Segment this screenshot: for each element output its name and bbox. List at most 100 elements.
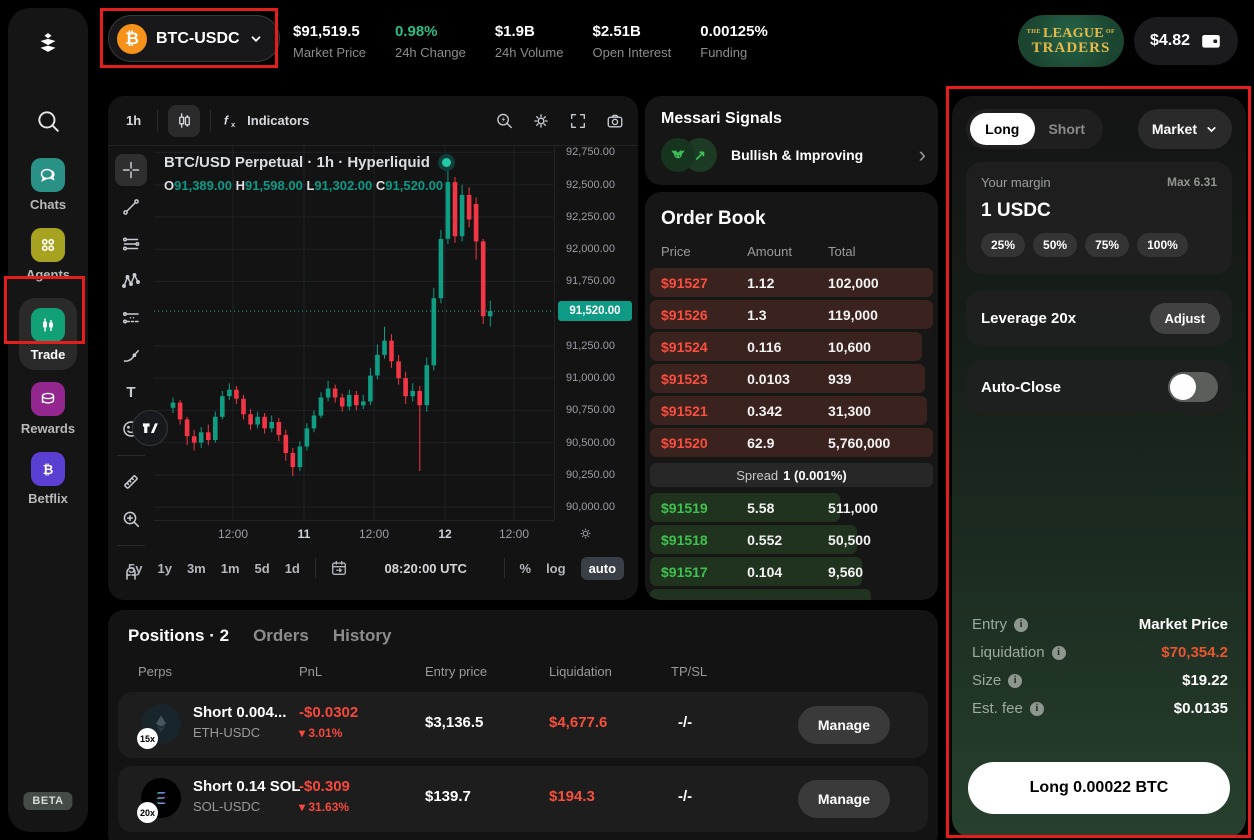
price-tick: 90,500.00 [566, 437, 615, 449]
league-the: THE [1027, 29, 1041, 35]
ask-row[interactable]: $91523 0.0103 939 [650, 364, 933, 393]
ob-total: 102,000 [828, 275, 879, 291]
order-type-dropdown[interactable]: Market [1138, 109, 1232, 149]
messari-signal-row[interactable]: ↗ Bullish & Improving › [661, 138, 926, 172]
candlestick-style-button[interactable] [168, 105, 200, 137]
bid-row[interactable]: $91518 0.552 50,500 [650, 525, 933, 554]
sidebar-item-chats[interactable]: Chats [30, 158, 66, 212]
margin-input[interactable]: 1 USDC [966, 190, 1232, 222]
manage-button[interactable]: Manage [798, 706, 890, 744]
range-1d[interactable]: 1d [285, 561, 300, 576]
order-summary: Entry i Market PriceLiquidation i $70,35… [972, 616, 1228, 717]
tab-long[interactable]: Long [970, 113, 1035, 145]
percent-pill-25[interactable]: 25% [981, 233, 1025, 257]
log-scale-button[interactable]: log [546, 561, 566, 576]
auto-close-toggle[interactable] [1168, 372, 1218, 402]
info-icon[interactable]: i [1008, 674, 1022, 688]
axis-settings-icon[interactable] [578, 526, 593, 546]
percent-scale-button[interactable]: % [520, 561, 532, 576]
bid-row[interactable]: $91519 5.58 511,000 [650, 493, 933, 522]
sidebar-item-agents[interactable]: Agents [26, 228, 70, 282]
time-tick: 12:00 [218, 527, 248, 541]
text-tool-icon[interactable]: T [115, 376, 147, 408]
tab-short[interactable]: Short [1035, 121, 1100, 137]
info-icon[interactable]: i [1030, 702, 1044, 716]
clock-utc[interactable]: 08:20:00 UTC [385, 561, 467, 576]
horizontal-lines-icon[interactable] [115, 228, 147, 260]
go-to-date-icon[interactable] [330, 559, 348, 577]
positions-header-liquidation: Liquidation [549, 664, 612, 679]
candlestick-chart[interactable] [154, 146, 554, 520]
leverage-card: Leverage 20x Adjust [966, 290, 1232, 346]
league-of-traders-logo[interactable]: THE LEAGUE OF TRADERS [1018, 15, 1124, 67]
crosshair-icon[interactable] [115, 154, 147, 186]
stat-value: $1.9B [495, 23, 564, 40]
trade-panel: Long Short Market Your margin Max 6.31 1… [952, 96, 1246, 838]
range-1y[interactable]: 1y [157, 561, 171, 576]
ask-row[interactable]: $91526 1.3 119,000 [650, 300, 933, 329]
settings-gear-icon[interactable] [532, 112, 550, 130]
submit-long-button[interactable]: Long 0.00022 BTC [968, 762, 1230, 814]
wallet-balance[interactable]: $4.82 [1134, 17, 1238, 65]
bolt-search-icon[interactable] [495, 112, 513, 130]
positions-tab-positions-[interactable]: Positions · 2 [128, 626, 229, 646]
search-icon[interactable] [8, 108, 88, 134]
percent-pill-75[interactable]: 75% [1085, 233, 1129, 257]
sidebar-item-trade[interactable]: Trade [19, 298, 78, 370]
auto-scale-button[interactable]: auto [581, 557, 624, 580]
ask-row[interactable]: $91521 0.342 31,300 [650, 396, 933, 425]
tradingview-logo-icon[interactable] [132, 410, 168, 446]
brush-icon[interactable] [115, 339, 147, 371]
trend-line-icon[interactable] [115, 191, 147, 223]
range-1m[interactable]: 1m [221, 561, 240, 576]
interval-button[interactable]: 1h [120, 113, 147, 128]
camera-icon[interactable] [606, 112, 624, 130]
price-tick: 90,000.00 [566, 501, 615, 513]
range-3m[interactable]: 3m [187, 561, 206, 576]
percent-pill-100[interactable]: 100% [1137, 233, 1188, 257]
league-traders: TRADERS [1032, 41, 1111, 56]
stat-24h-change: 0.98% 24h Change [395, 23, 466, 60]
ask-row[interactable]: $91527 1.12 102,000 [650, 268, 933, 297]
ob-price: $91520 [661, 435, 747, 451]
sidebar-item-betflix[interactable]: ₿ Betflix [28, 452, 68, 506]
position-pnl: -$0.309 ▾ 31.63% [299, 778, 350, 814]
summary-size: Size i $19.22 [972, 672, 1228, 689]
info-icon[interactable]: i [1014, 618, 1028, 632]
chevron-down-icon [249, 32, 263, 46]
summary-entry: Entry i Market Price [972, 616, 1228, 633]
long-short-position-icon[interactable] [115, 302, 147, 334]
bid-row[interactable]: $91517 0.104 9,560 [650, 557, 933, 586]
adjust-leverage-button[interactable]: Adjust [1150, 303, 1220, 334]
ask-row[interactable]: $91524 0.116 10,600 [650, 332, 933, 361]
summary-value: $70,354.2 [1161, 644, 1228, 661]
positions-tab-history[interactable]: History [333, 626, 392, 646]
drawing-toolbar: T [108, 146, 154, 600]
time-axis[interactable]: 12:001112:001212:00 [154, 520, 554, 546]
manage-button[interactable]: Manage [798, 780, 890, 818]
ask-row[interactable]: $91520 62.9 5,760,000 [650, 428, 933, 457]
xabcd-pattern-icon[interactable] [115, 265, 147, 297]
beta-badge: BETA [23, 792, 72, 810]
ruler-icon[interactable] [115, 466, 147, 498]
indicators-button[interactable]: fx Indicators [221, 111, 309, 130]
price-axis[interactable]: 92,750.0092,500.0092,250.0092,000.0091,7… [554, 146, 638, 520]
percent-pill-50[interactable]: 50% [1033, 233, 1077, 257]
stat-value: $91,519.5 [293, 23, 366, 40]
info-icon[interactable]: i [1052, 646, 1066, 660]
positions-panel: Positions · 2OrdersHistory PerpsPnLEntry… [108, 610, 938, 840]
market-selector[interactable]: ₿ BTC-USDC [108, 15, 280, 62]
range-5d[interactable]: 5d [255, 561, 270, 576]
fullscreen-icon[interactable] [569, 112, 587, 130]
position-row-sol-usdc: 20x Short 0.14 SOLSOL-USDC -$0.309 ▾ 31.… [118, 766, 928, 832]
sidebar-item-rewards[interactable]: Rewards [21, 382, 75, 436]
svg-text:T: T [126, 384, 135, 401]
eth-icon: 15x [141, 704, 183, 746]
time-tick: 12:00 [499, 527, 529, 541]
ob-price: $91521 [661, 403, 747, 419]
range-5y[interactable]: 5y [128, 561, 142, 576]
league-of: OF [1106, 29, 1115, 35]
price-tick: 92,500.00 [566, 179, 615, 191]
zoom-in-icon[interactable] [115, 503, 147, 535]
positions-tab-orders[interactable]: Orders [253, 626, 309, 646]
